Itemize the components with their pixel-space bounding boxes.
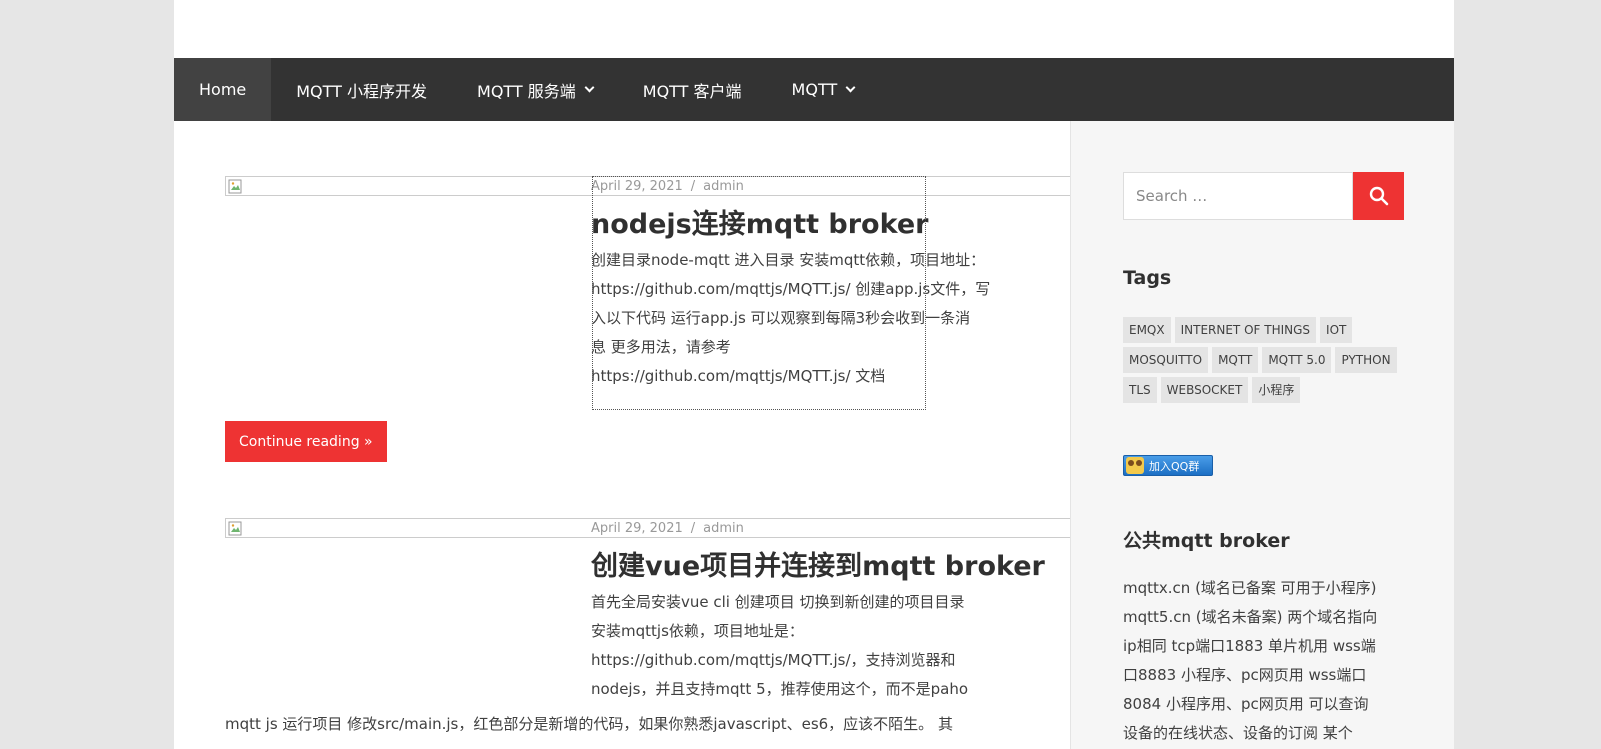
nav-item-mqtt[interactable]: MQTT: [767, 58, 880, 121]
excerpt-line: nodejs，并且支持mqtt 5，推荐使用这个，而不是paho: [591, 680, 969, 698]
tag-link[interactable]: WEBSOCKET: [1160, 377, 1249, 403]
continue-reading-button[interactable]: Continue reading »: [225, 421, 387, 462]
meta-separator: /: [690, 179, 696, 194]
excerpt-line: https://github.com/mqttjs/MQTT.js/ 创建app…: [591, 280, 991, 298]
chevron-down-icon: [845, 82, 856, 93]
join-qq-group-button[interactable]: 加入QQ群: [1123, 455, 1213, 476]
nav-label: MQTT 客户端: [642, 81, 742, 101]
excerpt-line: 安装mqttjs依赖，项目地址是：: [591, 622, 804, 640]
nav-label: MQTT 小程序开发: [296, 81, 428, 101]
tags-widget-title: Tags: [1123, 267, 1172, 289]
post-meta: April 29, 2021 / admin: [591, 521, 744, 536]
tag-cloud: EMQX INTERNET OF THINGS IOT MOSQUITTO MQ…: [1123, 317, 1403, 403]
broker-line: 口8883 小程序、pc网页用 wss端口: [1123, 666, 1367, 684]
site-header: [174, 0, 1454, 58]
post-excerpt: 创建目录node-mqtt 进入目录 安装mqtt依赖，项目地址： https:…: [591, 246, 1009, 391]
post-date[interactable]: April 29, 2021: [591, 521, 683, 536]
tag-link[interactable]: MQTT 5.0: [1262, 347, 1332, 373]
search-button[interactable]: [1353, 172, 1404, 220]
broker-line: 设备的在线状态、设备的订阅 某个: [1123, 724, 1353, 742]
nav-label: MQTT: [791, 80, 838, 99]
tag-link[interactable]: 小程序: [1252, 377, 1301, 403]
post-title[interactable]: nodejs连接mqtt broker: [591, 202, 928, 241]
meta-separator: /: [690, 521, 696, 536]
tag-link[interactable]: INTERNET OF THINGS: [1174, 317, 1317, 343]
excerpt-line: 创建目录node-mqtt 进入目录 安装mqtt依赖，项目地址：: [591, 251, 986, 269]
post-date[interactable]: April 29, 2021: [591, 179, 683, 194]
nav-item-mqtt-client[interactable]: MQTT 客户端: [618, 58, 767, 121]
search-icon: [1369, 186, 1388, 206]
main-navigation: Home MQTT 小程序开发 MQTT 服务端 MQTT 客户端 MQTT: [174, 58, 1454, 121]
excerpt-line: 首先全局安装vue cli 创建项目 切换到新创建的项目目录: [591, 593, 965, 611]
nav-item-mqtt-miniprogram[interactable]: MQTT 小程序开发: [271, 58, 452, 121]
broker-info-text: mqttx.cn (域名已备案 可用于小程序) mqtt5.cn (域名未备案)…: [1123, 574, 1393, 748]
tag-link[interactable]: EMQX: [1123, 317, 1171, 343]
broker-line: mqttx.cn (域名已备案 可用于小程序): [1123, 579, 1377, 597]
tag-link[interactable]: MOSQUITTO: [1123, 347, 1209, 373]
search-form: [1123, 172, 1404, 220]
search-input[interactable]: [1123, 172, 1353, 220]
page: Home MQTT 小程序开发 MQTT 服务端 MQTT 客户端 MQTT A…: [174, 0, 1454, 749]
sidebar: Tags EMQX INTERNET OF THINGS IOT MOSQUIT…: [1070, 121, 1454, 749]
tag-link[interactable]: PYTHON: [1335, 347, 1397, 373]
excerpt-line: https://github.com/mqttjs/MQTT.js/，支持浏览器…: [591, 651, 956, 669]
post-author[interactable]: admin: [703, 521, 744, 536]
broken-image-icon: [228, 521, 242, 536]
nav-item-mqtt-server[interactable]: MQTT 服务端: [452, 58, 618, 121]
qq-group-icon: [1126, 457, 1144, 474]
nav-label: MQTT 服务端: [477, 81, 576, 101]
broker-line: ip相同 tcp端口1883 单片机用 wss端: [1123, 637, 1376, 655]
excerpt-line: 息 更多用法，请参考: [591, 338, 731, 356]
excerpt-line: https://github.com/mqttjs/MQTT.js/ 文档: [591, 367, 886, 385]
broker-line: 8084 小程序用、pc网页用 可以查询: [1123, 695, 1369, 713]
post-meta: April 29, 2021 / admin: [591, 179, 744, 194]
broken-image-icon: [228, 179, 242, 194]
tag-link[interactable]: TLS: [1123, 377, 1157, 403]
tag-link[interactable]: IOT: [1320, 317, 1353, 343]
broker-line: mqtt5.cn (域名未备案) 两个域名指向: [1123, 608, 1378, 626]
excerpt-line-full: mqtt js 运行项目 修改src/main.js，红色部分是新增的代码，如果…: [225, 715, 953, 733]
excerpt-line: 入以下代码 运行app.js 可以观察到每隔3秒会收到一条消: [591, 309, 971, 327]
post-excerpt: 首先全局安装vue cli 创建项目 切换到新创建的项目目录 安装mqttjs依…: [591, 588, 1009, 704]
post-author[interactable]: admin: [703, 179, 744, 194]
nav-label: Home: [199, 80, 247, 99]
tag-link[interactable]: MQTT: [1212, 347, 1259, 373]
qq-button-label: 加入QQ群: [1149, 459, 1200, 473]
nav-item-home[interactable]: Home: [174, 58, 272, 121]
post-title[interactable]: 创建vue项目并连接到mqtt broker: [591, 544, 1045, 583]
broker-widget-title: 公共mqtt broker: [1123, 530, 1290, 552]
chevron-down-icon: [584, 82, 595, 93]
